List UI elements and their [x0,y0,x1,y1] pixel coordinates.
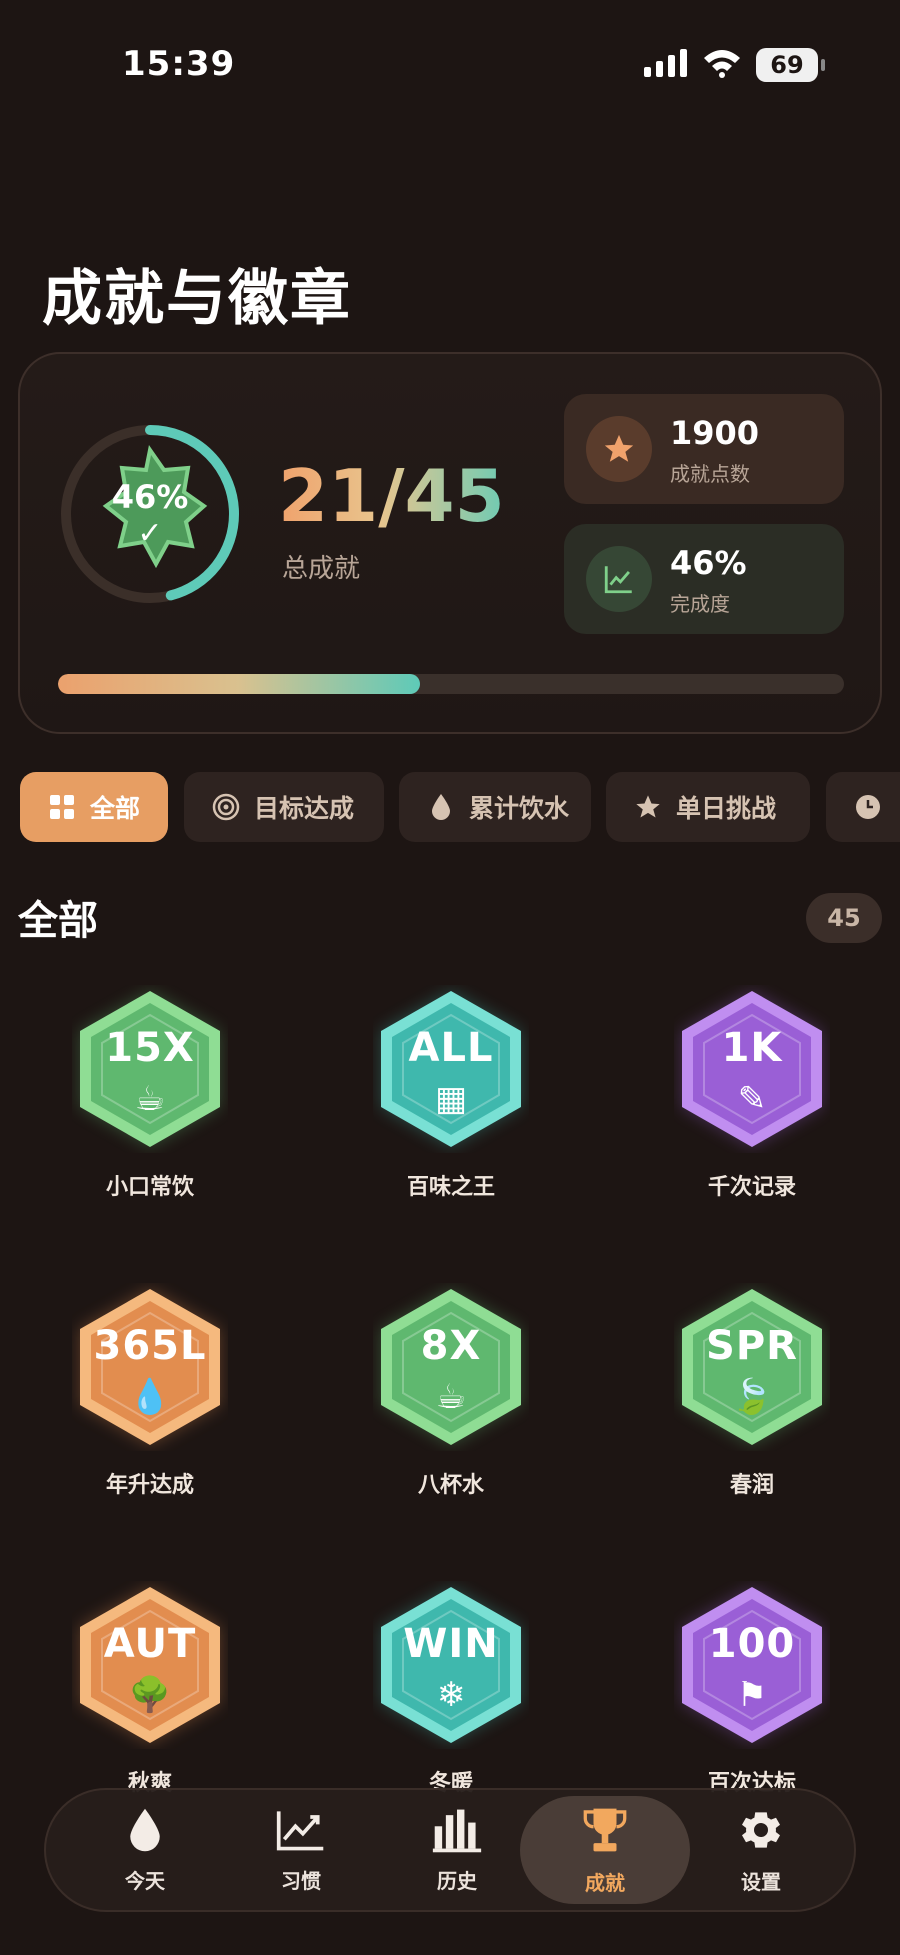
nav-label: 今天 [125,1868,165,1893]
overall-progress-bar [58,674,844,694]
hexagon-badge-icon: AUT 🌳 [72,1581,228,1749]
badge-name: 八杯水 [417,1473,484,1498]
hexagon-badge-icon: 365L 💧 [72,1283,228,1451]
nav-today[interactable]: 今天 [70,1790,220,1910]
clock-icon [854,793,882,821]
star-icon [586,416,652,482]
badge-glyph-icon: ☕ [134,1079,166,1119]
tab-daily-challenge[interactable]: 单日挑战 [606,772,810,842]
badge-code: 100 [708,1621,796,1667]
tab-all[interactable]: 全部 [20,772,168,842]
completion-label: 完成度 [670,592,730,616]
tab-label: 全部 [90,794,141,823]
tab-label: 目标达成 [254,794,355,823]
category-tabs: 全部 目标达成 累计饮水 单日挑战 [20,772,900,844]
badge-code: 1K [721,1025,783,1071]
badge-code: ALL [408,1025,494,1071]
achievement-badge[interactable]: 365L 💧 年升达成 [40,1283,260,1513]
nav-label: 成就 [585,1870,625,1895]
hexagon-badge-icon: 1K ✎ [674,985,830,1153]
trend-icon [275,1807,327,1857]
target-icon [212,793,240,821]
section-count-badge: 45 [806,893,882,943]
nav-settings[interactable]: 设置 [686,1790,836,1910]
hexagon-badge-icon: ALL ▦ [373,985,529,1153]
achievement-badge[interactable]: 1K ✎ 千次记录 [642,985,862,1215]
battery-indicator: 69 [756,48,825,82]
nav-label: 历史 [437,1868,477,1893]
total-achievements-count: 21/45 [278,454,505,538]
trend-chart-icon [586,546,652,612]
badge-code: WIN [403,1621,499,1667]
completion-ring: 46% ✓ [56,420,244,608]
badge-code: 15X [105,1025,195,1071]
nav-history[interactable]: 历史 [382,1790,532,1910]
badge-glyph-icon: 💧 [128,1377,172,1417]
achievement-badge[interactable]: 100 ⚑ 百次达标 [642,1581,862,1811]
achievement-badge[interactable]: 8X ☕ 八杯水 [341,1283,561,1513]
total-achievements-label: 总成就 [282,554,361,584]
completion-stat: 46% 完成度 [564,524,844,634]
nav-habits[interactable]: 习惯 [226,1790,376,1910]
check-icon: ✓ [137,516,163,551]
drop-icon [127,1807,163,1857]
points-stat: 1900 成就点数 [564,394,844,504]
badge-name: 千次记录 [707,1175,796,1200]
badge-glyph-icon: ❄ [436,1675,466,1715]
grid-icon [48,793,76,821]
achievement-badge[interactable]: WIN ❄ 冬暖 [341,1581,561,1811]
tab-label: 单日挑战 [676,794,777,823]
badge-name: 年升达成 [105,1473,194,1498]
ring-percent: 46% [111,478,189,516]
badge-glyph-icon: ⚑ [736,1675,768,1715]
nav-achievements[interactable]: 成就 [520,1796,690,1904]
badge-code: AUT [103,1621,197,1667]
wifi-icon [702,48,742,82]
status-icons: 69 [644,48,825,82]
points-value: 1900 [670,414,760,452]
completion-value: 46% [670,544,747,582]
badge-glyph-icon: ✎ [737,1079,767,1119]
badge-name: 百味之王 [406,1175,495,1200]
achievement-badge[interactable]: SPR 🍃 春润 [642,1283,862,1513]
achievement-badge[interactable]: ALL ▦ 百味之王 [341,985,561,1215]
signal-icon [644,49,688,81]
badge-glyph-icon: ▦ [434,1079,468,1119]
badge-code: SPR [706,1323,798,1369]
badge-glyph-icon: 🍃 [730,1377,774,1417]
badge-code: 8X [420,1323,482,1369]
tab-label: 累计饮水 [469,794,570,823]
page-title: 成就与徽章 [42,264,352,334]
hexagon-badge-icon: 100 ⚑ [674,1581,830,1749]
status-bar: 15:39 69 [0,0,900,130]
tab-time[interactable] [826,772,900,842]
hexagon-badge-icon: WIN ❄ [373,1581,529,1749]
trophy-icon [582,1805,628,1859]
summary-card: 46% ✓ 21/45 总成就 1900 成就点数 46% 完成度 [18,352,882,734]
achievement-badge[interactable]: 15X ☕ 小口常饮 [40,985,260,1215]
nav-label: 习惯 [281,1868,321,1893]
hexagon-badge-icon: SPR 🍃 [674,1283,830,1451]
gear-icon [737,1806,785,1858]
points-label: 成就点数 [670,462,750,486]
overall-progress-fill [58,674,420,694]
hexagon-badge-icon: 8X ☕ [373,1283,529,1451]
nav-label: 设置 [741,1869,781,1894]
badge-name: 春润 [729,1473,774,1498]
hexagon-badge-icon: 15X ☕ [72,985,228,1153]
badge-code: 365L [93,1323,207,1369]
bottom-nav: 今天 习惯 历史 成就 设置 [44,1788,856,1912]
section-title: 全部 [18,898,98,944]
badge-name: 小口常饮 [105,1175,194,1200]
tab-cumulative-water[interactable]: 累计饮水 [399,772,591,842]
achievement-badge[interactable]: AUT 🌳 秋爽 [40,1581,260,1811]
tab-goal-achieved[interactable]: 目标达成 [184,772,384,842]
drop-icon [427,793,455,821]
status-time: 15:39 [122,44,236,84]
badge-glyph-icon: 🌳 [128,1675,172,1715]
star-icon [634,793,662,821]
bar-chart-icon [431,1807,483,1857]
badge-glyph-icon: ☕ [435,1377,467,1417]
